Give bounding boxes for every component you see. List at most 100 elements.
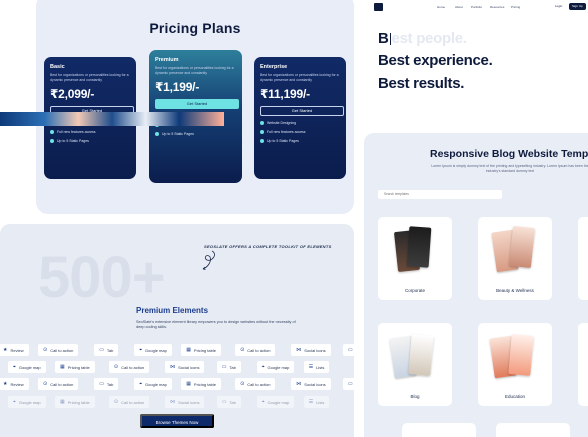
map-pin-icon: ⌖ bbox=[13, 399, 16, 405]
element-pill[interactable]: ⋈ Social icons bbox=[165, 396, 205, 408]
plan-description: Best for organizations or personalities … bbox=[155, 66, 234, 75]
template-preview-image bbox=[406, 226, 432, 268]
nav-link-portfolio[interactable]: Portfolio bbox=[471, 5, 482, 9]
element-pill[interactable]: ⌖ Google map bbox=[8, 396, 46, 408]
element-pill[interactable]: ⌖ Google map bbox=[256, 396, 295, 408]
list-icon: ☰ bbox=[308, 399, 314, 405]
element-pill-label: Pricing table bbox=[67, 399, 90, 405]
template-card-beauty-wellness[interactable]: Beauty & Wellness bbox=[478, 217, 552, 300]
get-started-button[interactable]: Get Started bbox=[260, 106, 344, 116]
element-pill-label: Lists bbox=[316, 364, 325, 370]
element-pill[interactable]: ☰ Lists bbox=[303, 361, 330, 373]
feature-label: Up to 5 Static Pages bbox=[57, 139, 89, 143]
toolkit-handwritten-note: SEOSLATE OFFERS A COMPLETE TOOLKIT OF EL… bbox=[204, 244, 332, 249]
element-pill[interactable]: ⊙ Call to action bbox=[108, 361, 150, 373]
nav-link-home[interactable]: Home bbox=[437, 5, 445, 9]
plan-feature: Up to 5 Static Pages bbox=[260, 139, 340, 143]
hero-headline-line2: Best experience. bbox=[378, 52, 493, 69]
elements-count-watermark: 500+ bbox=[38, 245, 166, 310]
check-icon bbox=[260, 139, 264, 143]
plan-price: ₹2,099/- bbox=[50, 87, 95, 101]
element-pill[interactable]: ▦ Pricing table bbox=[181, 344, 221, 356]
template-card-partial[interactable] bbox=[578, 323, 588, 406]
map-pin-icon: ⌖ bbox=[139, 381, 143, 387]
element-pill[interactable]: ▦ Pricing table bbox=[55, 361, 95, 373]
swirl-arrow-icon bbox=[202, 250, 215, 270]
element-pill-label: Tab bbox=[106, 381, 114, 387]
hero-headline-line1: Best people. bbox=[378, 30, 467, 48]
nav-link-pricing[interactable]: Pricing bbox=[511, 5, 520, 9]
element-pill[interactable]: ⊙ Call to action bbox=[38, 344, 79, 356]
element-pill-label: Review bbox=[10, 381, 24, 387]
element-pill-label: Social icons bbox=[304, 381, 326, 387]
element-pill[interactable]: ★ Review bbox=[0, 378, 29, 390]
plan-feature: Up to 5 Static Pages bbox=[50, 139, 130, 143]
pricing-table-icon: ▦ bbox=[60, 399, 65, 405]
brand-logo[interactable] bbox=[374, 3, 383, 11]
template-card-education[interactable]: Education bbox=[478, 323, 552, 406]
template-card-blog[interactable]: Blog bbox=[378, 323, 452, 406]
blog-templates-title: Responsive Blog Website Templat bbox=[430, 148, 588, 160]
element-pill[interactable]: ▦ Pricing table bbox=[181, 378, 221, 390]
browse-themes-button[interactable]: Browse Themes Now bbox=[140, 414, 214, 428]
element-pill-label: Pricing table bbox=[67, 364, 90, 370]
template-card-partial[interactable] bbox=[578, 217, 588, 300]
call-to-action-icon: ⊙ bbox=[240, 347, 245, 353]
pricing-table-icon: ▦ bbox=[60, 364, 65, 370]
get-started-button[interactable]: Get Started bbox=[155, 99, 239, 109]
premium-elements-title: Premium Elements bbox=[136, 306, 209, 315]
page-root: Pricing Plans Basic Best for organizatio… bbox=[0, 0, 588, 437]
template-card-partial[interactable] bbox=[496, 423, 570, 437]
nav-link-about[interactable]: About bbox=[455, 5, 463, 9]
template-search-input[interactable] bbox=[378, 190, 502, 199]
signup-button[interactable]: Sign Up bbox=[569, 3, 586, 10]
element-pill[interactable]: ▭Tab bbox=[94, 344, 119, 356]
element-pill[interactable]: ★ Review bbox=[0, 344, 29, 356]
element-pill-label: Call to action bbox=[247, 347, 271, 353]
element-pill[interactable]: ▭Tab bbox=[342, 378, 354, 390]
element-pill-label: Social icons bbox=[178, 364, 200, 370]
element-pill[interactable]: ⋈ Social icons bbox=[291, 378, 331, 390]
share-icon: ⋈ bbox=[170, 399, 176, 405]
element-pill[interactable]: ▭Tab bbox=[342, 344, 354, 356]
check-icon bbox=[155, 132, 159, 136]
element-pill[interactable]: ⊙ Call to action bbox=[108, 396, 150, 408]
element-pill[interactable]: ⌖ Google map bbox=[134, 344, 172, 356]
element-pill-label: Call to action bbox=[50, 381, 74, 387]
nav-link-resources[interactable]: Resources bbox=[490, 5, 504, 9]
element-pill[interactable]: ⋈ Social icons bbox=[165, 361, 205, 373]
blog-templates-subtitle: Lorem Ipsum is simply dummy text of the … bbox=[431, 164, 588, 173]
plan-description: Best for organizations or personalities … bbox=[260, 73, 339, 82]
pricing-card-enterprise: Enterprise Best for organizations or per… bbox=[254, 57, 346, 179]
review-icon: ★ bbox=[3, 347, 8, 353]
template-label: Blog bbox=[410, 394, 420, 399]
list-icon: ☰ bbox=[308, 364, 314, 370]
map-pin-icon: ⌖ bbox=[13, 364, 16, 370]
element-pill[interactable]: ⊙ Call to action bbox=[235, 378, 276, 390]
plan-name: Premium bbox=[155, 57, 179, 63]
template-card-partial[interactable] bbox=[402, 423, 476, 437]
element-pill[interactable]: ⌖ Google map bbox=[134, 378, 172, 390]
element-pill[interactable]: ⌖ Google map bbox=[8, 361, 46, 373]
element-pill[interactable]: ⊙ Call to action bbox=[235, 344, 276, 356]
template-preview-strip bbox=[0, 112, 224, 126]
element-pill-label: Call to action bbox=[247, 381, 271, 387]
plan-feature: Full new features access bbox=[260, 130, 340, 134]
map-pin-icon: ⌖ bbox=[261, 364, 265, 370]
map-pin-icon: ⌖ bbox=[261, 399, 265, 405]
element-pill-label: Review bbox=[10, 347, 24, 353]
template-label: Beauty & Wellness bbox=[496, 288, 534, 293]
element-pill[interactable]: ⌖ Google map bbox=[256, 361, 295, 373]
premium-elements-section: 500+ SEOSLATE OFFERS A COMPLETE TOOLKIT … bbox=[0, 224, 354, 437]
login-button[interactable]: Login bbox=[552, 3, 565, 10]
element-pill[interactable]: ☰ Lists bbox=[303, 396, 330, 408]
template-card-corporate[interactable]: Corporate bbox=[378, 217, 452, 300]
element-pill[interactable]: ⋈ Social icons bbox=[291, 344, 331, 356]
element-pill[interactable]: ▦ Pricing table bbox=[55, 396, 95, 408]
element-pill-label: Google map bbox=[145, 381, 167, 387]
element-pill[interactable]: ⊙ Call to action bbox=[38, 378, 79, 390]
element-pill[interactable]: ▭Tab bbox=[216, 361, 241, 373]
plan-name: Basic bbox=[50, 64, 65, 70]
element-pill[interactable]: ▭Tab bbox=[216, 396, 241, 408]
element-pill[interactable]: ▭Tab bbox=[94, 378, 119, 390]
